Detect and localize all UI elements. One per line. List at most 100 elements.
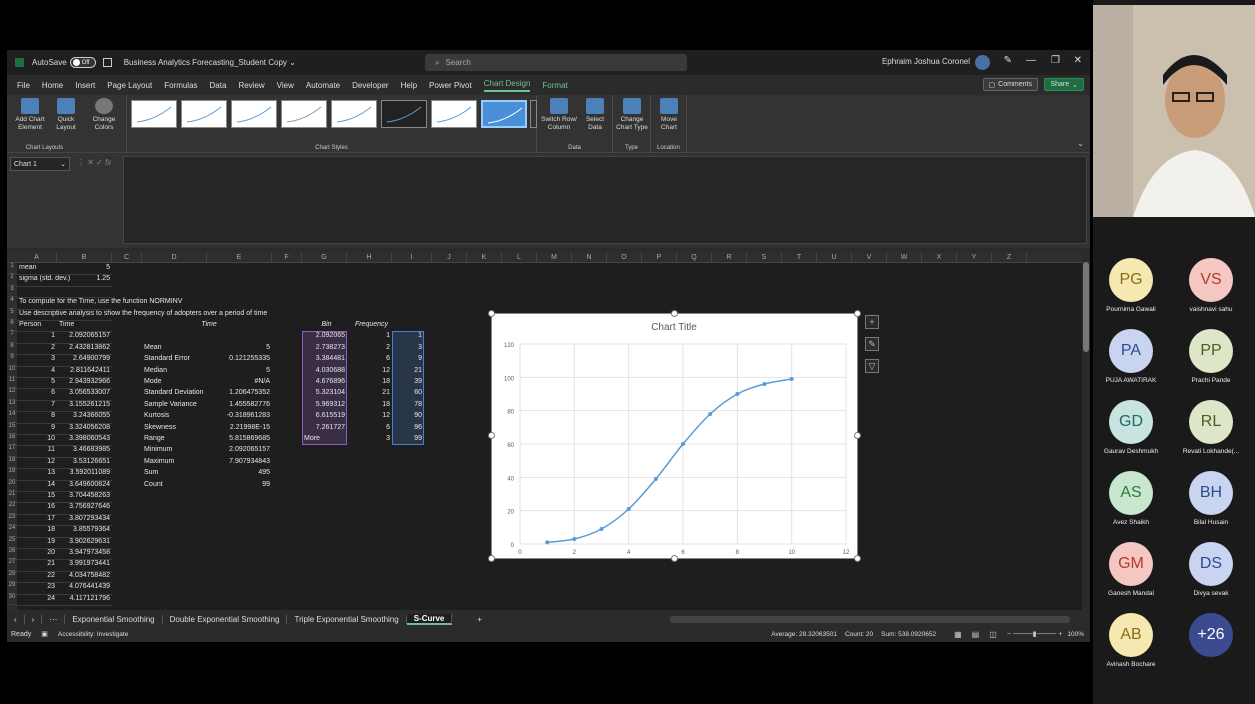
column-header-S[interactable]: S (747, 252, 782, 263)
participant-tile[interactable]: PG Pournima Gawali (1101, 258, 1161, 313)
cell[interactable]: More (304, 434, 320, 444)
close-button[interactable]: ✕ (1074, 55, 1082, 66)
row-header[interactable]: 29 (7, 582, 17, 594)
cell[interactable]: Bin (304, 320, 349, 330)
cell[interactable]: 3.902629631 (59, 537, 110, 547)
chart-styles-brush-icon[interactable]: ✎ (865, 337, 879, 351)
sheet-tab-triple[interactable]: Triple Exponential Smoothing (287, 614, 407, 624)
row-header[interactable]: 9 (7, 354, 17, 366)
tab-power-pivot[interactable]: Power Pivot (429, 81, 472, 90)
column-header-Q[interactable]: Q (677, 252, 712, 263)
cell[interactable]: 4 (19, 366, 55, 376)
cell[interactable]: Frequency (349, 320, 394, 330)
sheet-nav-more[interactable]: ⋯ (42, 614, 66, 624)
column-header-Z[interactable]: Z (992, 252, 1027, 263)
cell[interactable]: 11 (19, 445, 55, 455)
row-header[interactable]: 17 (7, 445, 17, 457)
comments-button[interactable]: ▢ Comments (982, 78, 1038, 91)
minimize-button[interactable]: — (1026, 55, 1036, 66)
chart-handle-tr[interactable] (854, 310, 861, 317)
restore-button[interactable]: ❐ (1051, 55, 1060, 66)
tab-chart-design[interactable]: Chart Design (483, 79, 531, 92)
row-header[interactable]: 15 (7, 423, 17, 434)
formula-input[interactable] (123, 156, 1087, 244)
cell[interactable]: 3.991973441 (59, 559, 110, 569)
cell[interactable]: 3.85579364 (59, 525, 110, 535)
participant-tile[interactable]: GD Gaurav Deshmukh (1101, 400, 1161, 455)
cell[interactable]: 7 (19, 400, 55, 410)
participant-tile[interactable]: BH Bilal Husain (1181, 471, 1241, 526)
cell[interactable]: 21 (19, 559, 55, 569)
cell[interactable]: 3.649600824 (59, 480, 110, 490)
switch-row-column-button[interactable]: Switch Row/ Column (539, 98, 579, 132)
save-icon[interactable] (102, 58, 112, 67)
row-header[interactable]: 3 (7, 286, 17, 298)
styles-scroll[interactable] (530, 100, 537, 128)
cell[interactable]: 2.21998E-15 (209, 423, 270, 433)
s-curve-chart[interactable]: 0 20 40 60 80 100 120 0 2 4 6 8 10 12 Chart Title (488, 310, 861, 562)
cell[interactable]: Time (59, 320, 74, 330)
cell[interactable]: 90 (394, 411, 422, 421)
cell[interactable]: 4.030688 (304, 366, 345, 376)
chart-handle-ml[interactable] (488, 432, 495, 439)
row-header[interactable]: 23 (7, 514, 17, 526)
cell[interactable]: Skewness (144, 423, 176, 433)
cell[interactable]: 6.615519 (304, 411, 345, 421)
participant-tile[interactable]: PA PUJA AWATIRAK (1101, 329, 1161, 384)
chart-style-3[interactable] (231, 100, 277, 128)
cell[interactable]: 13 (19, 468, 55, 478)
cell[interactable]: 16 (19, 502, 55, 512)
cell[interactable]: mean (19, 263, 37, 273)
cell[interactable]: 1.455582776 (209, 400, 270, 410)
column-header-R[interactable]: R (712, 252, 747, 263)
cell[interactable]: Count (144, 480, 163, 490)
column-header-D[interactable]: D (142, 252, 207, 263)
column-header-H[interactable]: H (347, 252, 392, 263)
tab-formulas[interactable]: Formulas (164, 81, 197, 90)
row-header[interactable]: 24 (7, 525, 17, 537)
cell[interactable]: 21 (349, 388, 390, 398)
cell[interactable]: 5.815869685 (209, 434, 270, 444)
cell[interactable]: 14 (19, 480, 55, 490)
cell[interactable]: 3 (394, 343, 422, 353)
cell[interactable]: Sample Variance (144, 400, 197, 410)
column-header-F[interactable]: F (272, 252, 302, 263)
cell[interactable]: 3.704458263 (59, 491, 110, 501)
cell[interactable]: 6 (19, 388, 55, 398)
cell[interactable]: 2.811642411 (59, 366, 110, 376)
change-chart-type-button[interactable]: Change Chart Type (615, 98, 649, 132)
chart-handle-tl[interactable] (488, 310, 495, 317)
chart-style-8[interactable] (481, 100, 527, 128)
column-header-P[interactable]: P (642, 252, 677, 263)
row-header[interactable]: 8 (7, 343, 17, 355)
page-layout-icon[interactable]: ▤ (972, 630, 980, 639)
cell[interactable]: 9 (394, 354, 422, 364)
chart-title[interactable]: Chart Title (651, 322, 697, 333)
cell[interactable]: 2 (349, 343, 390, 353)
cell[interactable]: 5 (209, 366, 270, 376)
cell[interactable]: 3.384481 (304, 354, 345, 364)
cell[interactable]: 18 (349, 400, 390, 410)
column-header-G[interactable]: G (302, 252, 347, 263)
column-header-A[interactable]: A (17, 252, 57, 263)
row-header[interactable]: 25 (7, 537, 17, 548)
cell[interactable]: 6 (349, 423, 390, 433)
autosave-toggle[interactable]: Off (69, 57, 96, 68)
cell[interactable]: Mean (144, 343, 162, 353)
cell[interactable]: 22 (19, 571, 55, 581)
page-break-icon[interactable]: ◫ (989, 630, 997, 639)
macro-icon[interactable]: ▣ (41, 630, 48, 638)
row-header[interactable]: 5 (7, 309, 17, 320)
chart-filter-icon[interactable]: ▽ (865, 359, 879, 373)
cell[interactable]: 3.947973458 (59, 548, 110, 558)
chart-handle-tm[interactable] (671, 310, 678, 317)
row-header[interactable]: 10 (7, 366, 17, 377)
cell[interactable]: 5 (59, 263, 110, 273)
cell[interactable]: -0.318961283 (209, 411, 270, 421)
cell[interactable]: 96 (394, 423, 422, 433)
cell[interactable]: 3.324056208 (59, 423, 110, 433)
participant-tile[interactable]: +26 (1181, 613, 1241, 657)
row-header[interactable]: 7 (7, 331, 17, 343)
chart-elements-plus-icon[interactable]: + (865, 315, 879, 329)
participant-tile[interactable]: PP Prachi Pande (1181, 329, 1241, 384)
